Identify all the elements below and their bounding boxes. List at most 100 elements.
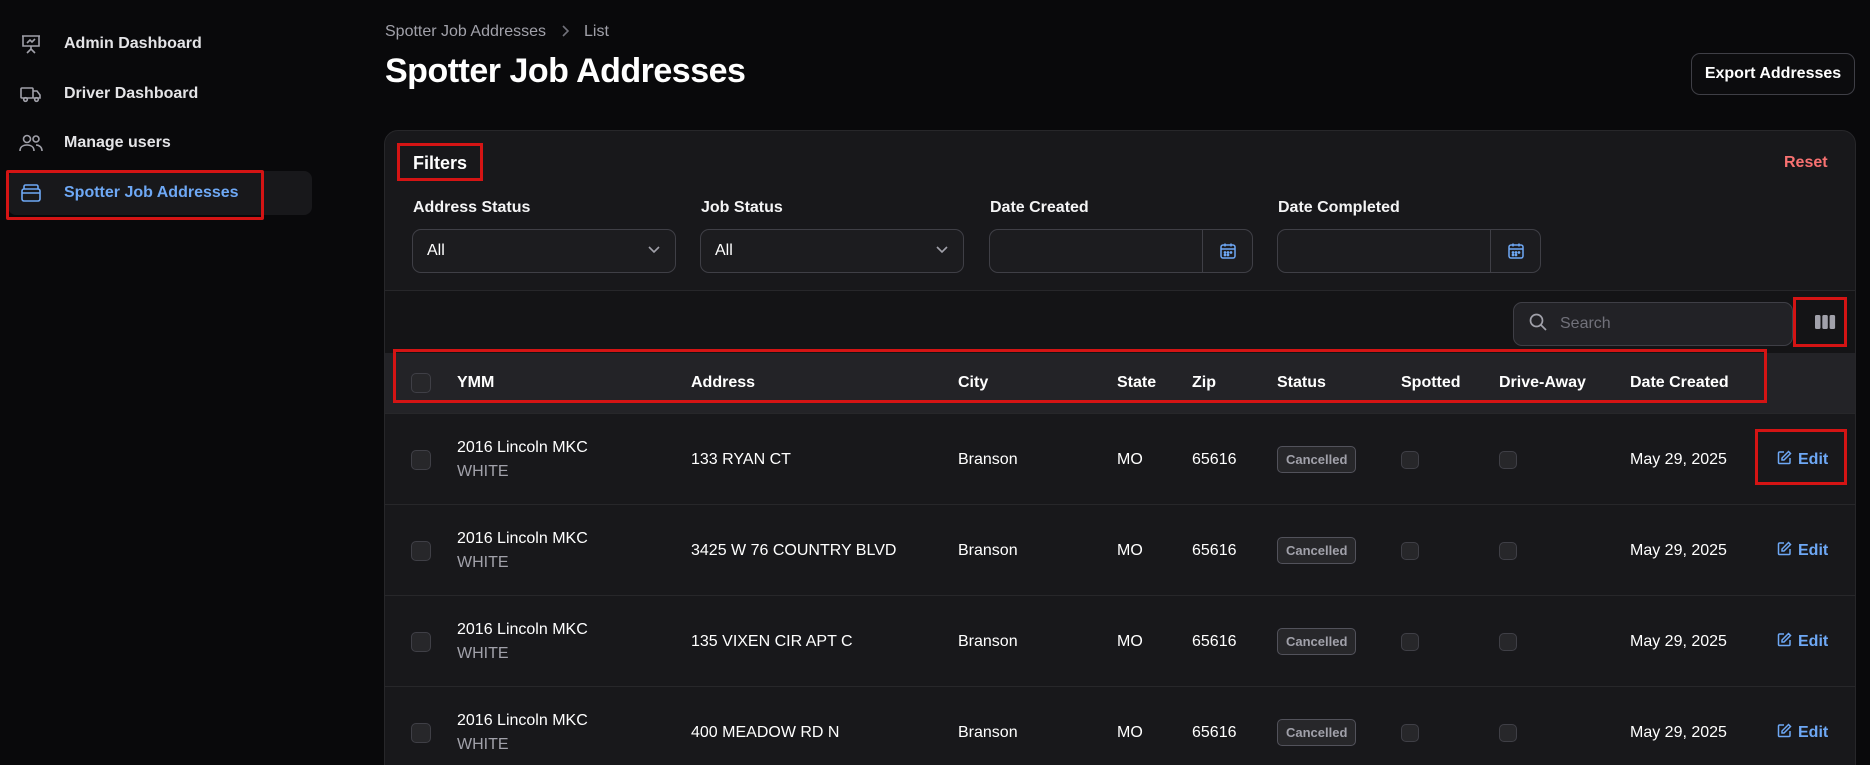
vehicle-color: WHITE [457,553,509,571]
calendar-icon[interactable] [1490,230,1540,272]
zip-cell: 65616 [1192,541,1237,559]
column-header-status[interactable]: Status [1277,353,1326,413]
column-header-city[interactable]: City [958,353,988,413]
reset-filters-link[interactable]: Reset [1784,154,1828,172]
row-checkbox-cell [411,596,431,687]
drive-away-checkbox[interactable] [1499,541,1517,560]
search-input[interactable] [1560,315,1780,333]
chevron-down-icon [647,242,661,260]
column-header-spotted[interactable]: Spotted [1401,353,1461,413]
sidebar-item-driver-dashboard[interactable]: Driver Dashboard [8,72,312,116]
ymm-cell: 2016 Lincoln MKC WHITE [457,687,588,765]
calendar-icon[interactable] [1202,230,1252,272]
sidebar-item-spotter-job-addresses[interactable]: Spotter Job Addresses [6,170,312,220]
column-toggle-button[interactable] [1799,300,1851,348]
edit-label: Edit [1798,632,1829,650]
spotted-cell [1401,687,1419,765]
export-addresses-button[interactable]: Export Addresses [1691,53,1855,95]
spotted-checkbox[interactable] [1401,723,1419,742]
table-row: 2016 Lincoln MKC WHITE 400 MEADOW RD N B… [385,686,1855,765]
date-completed-input[interactable] [1277,229,1541,273]
edit-button[interactable]: Edit [1777,687,1828,765]
status-badge: Cancelled [1277,719,1357,746]
ymm-cell: 2016 Lincoln MKC WHITE [457,505,588,596]
drive-away-checkbox[interactable] [1499,632,1517,651]
column-header-ymm[interactable]: YMM [457,353,494,413]
row-checkbox[interactable] [411,540,431,561]
state-cell: MO [1117,450,1143,468]
ymm-cell: 2016 Lincoln MKC WHITE [457,414,588,505]
edit-button[interactable]: Edit [1777,414,1828,505]
table-row: 2016 Lincoln MKC WHITE 135 VIXEN CIR APT… [385,595,1855,686]
column-header-zip[interactable]: Zip [1192,353,1216,413]
vehicle-color: WHITE [457,735,509,753]
state-cell: MO [1117,632,1143,650]
ymm-cell: 2016 Lincoln MKC WHITE [457,596,588,687]
chevron-down-icon [935,242,949,260]
edit-icon [1777,449,1792,470]
drive-away-cell [1499,505,1517,596]
row-checkbox[interactable] [411,449,431,470]
city-cell: Branson [958,541,1018,559]
column-header-drive-away[interactable]: Drive-Away [1499,353,1586,413]
spotted-checkbox[interactable] [1401,541,1419,560]
archive-box-icon [18,180,44,206]
date-created-input[interactable] [989,229,1253,273]
address-cell: 135 VIXEN CIR APT C [691,632,853,650]
edit-icon [1777,722,1792,743]
ymm-text: 2016 Lincoln MKC [457,529,588,547]
address-status-select[interactable]: All [412,229,676,273]
ymm-text: 2016 Lincoln MKC [457,438,588,456]
status-cell: Cancelled [1277,596,1357,687]
drive-away-cell [1499,687,1517,765]
job-status-select[interactable]: All [700,229,964,273]
ymm-text: 2016 Lincoln MKC [457,711,588,729]
status-badge: Cancelled [1277,628,1357,655]
date-created-cell: May 29, 2025 [1630,632,1727,650]
date-created-cell: May 29, 2025 [1630,541,1727,559]
search-icon [1528,312,1548,337]
status-cell: Cancelled [1277,687,1357,765]
select-value: All [715,242,733,259]
search-box[interactable] [1513,302,1793,346]
zip-cell: 65616 [1192,632,1237,650]
table-row: 2016 Lincoln MKC WHITE 3425 W 76 COUNTRY… [385,504,1855,595]
state-cell: MO [1117,723,1143,741]
status-cell: Cancelled [1277,414,1357,505]
edit-button[interactable]: Edit [1777,596,1828,687]
edit-icon [1777,540,1792,561]
edit-button[interactable]: Edit [1777,505,1828,596]
sidebar-item-label: Driver Dashboard [64,85,199,102]
zip-cell: 65616 [1192,723,1237,741]
city-cell: Branson [958,632,1018,650]
filters-title: Filters [413,153,468,173]
sidebar-item-label: Manage users [64,134,171,151]
drive-away-cell [1499,596,1517,687]
vehicle-color: WHITE [457,644,509,662]
breadcrumb-current: List [583,23,609,40]
columns-icon [1814,313,1836,336]
drive-away-checkbox[interactable] [1499,450,1517,469]
presentation-chart-icon [18,31,44,57]
spotted-checkbox[interactable] [1401,632,1419,651]
column-header-address[interactable]: Address [691,353,755,413]
row-checkbox[interactable] [411,722,431,743]
drive-away-checkbox[interactable] [1499,723,1517,742]
column-header-date-created[interactable]: Date Created [1630,353,1729,413]
date-created-cell: May 29, 2025 [1630,450,1727,468]
city-cell: Branson [958,450,1018,468]
sidebar-item-manage-users[interactable]: Manage users [8,121,312,165]
row-checkbox-cell [411,414,431,505]
column-header-state[interactable]: State [1117,353,1156,413]
spotted-cell [1401,505,1419,596]
sidebar-item-admin-dashboard[interactable]: Admin Dashboard [8,22,312,66]
date-created-label: Date Created [990,199,1089,216]
spotted-checkbox[interactable] [1401,450,1419,469]
select-all-checkbox[interactable] [411,373,431,393]
address-cell: 400 MEADOW RD N [691,723,840,741]
table-header: YMM Address City State Zip Status Spotte… [385,353,1855,413]
breadcrumb: Spotter Job Addresses List [385,23,609,41]
select-all-checkbox-cell [411,353,431,413]
breadcrumb-link[interactable]: Spotter Job Addresses [385,23,546,41]
row-checkbox[interactable] [411,631,431,652]
